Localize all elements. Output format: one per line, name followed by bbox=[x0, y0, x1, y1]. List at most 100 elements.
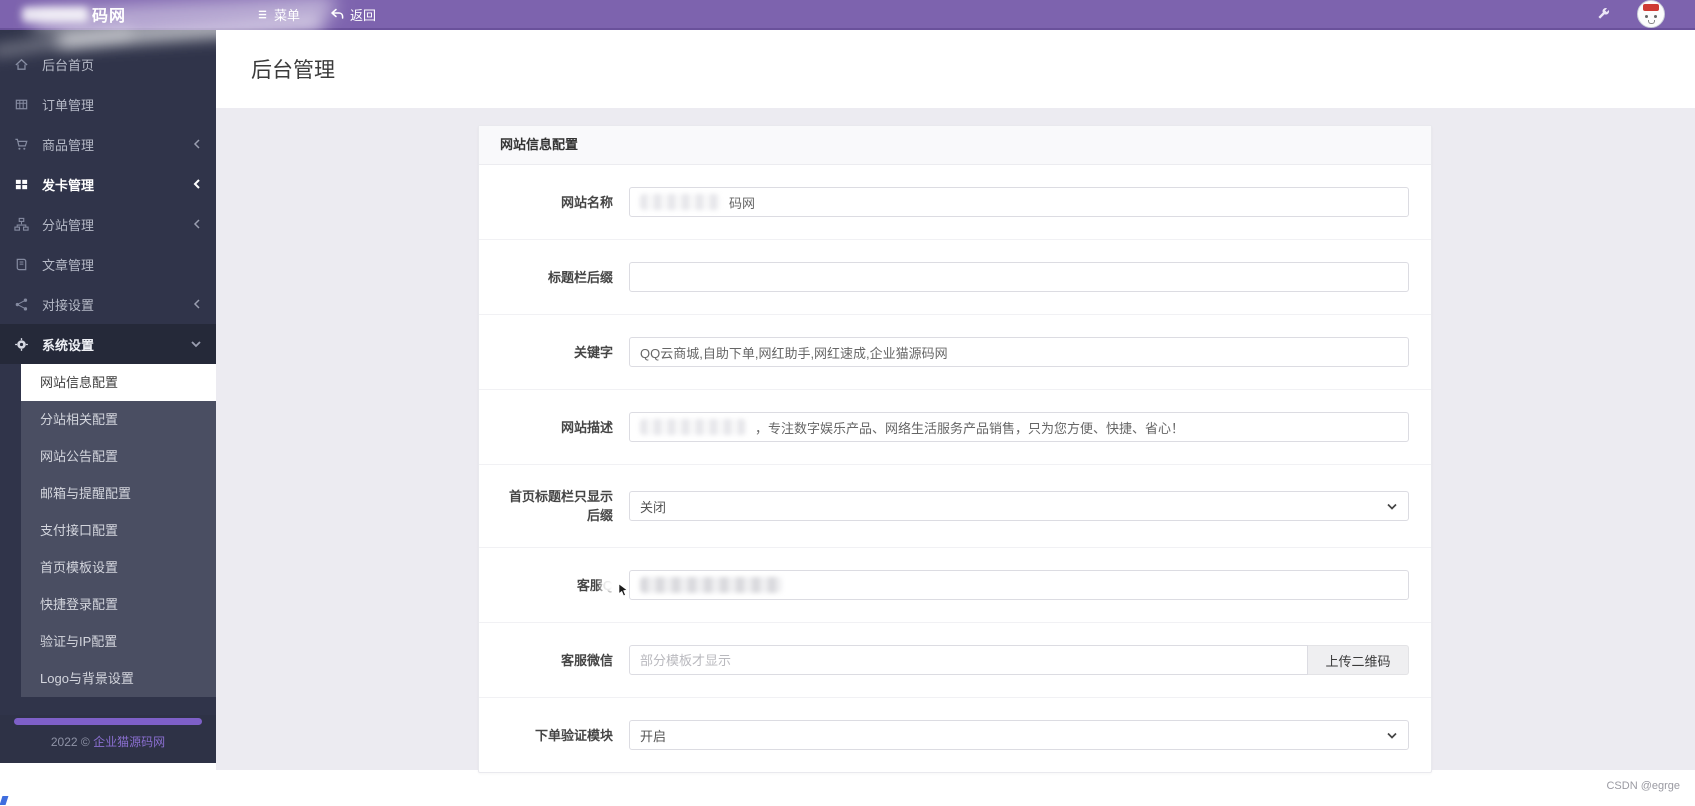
submenu-item-verify-ip[interactable]: 验证与IP配置 bbox=[21, 623, 216, 660]
share-icon bbox=[14, 297, 31, 312]
topbar: 码网 菜单 返回 bbox=[0, 0, 1695, 30]
chevron-left-icon bbox=[192, 298, 202, 310]
page-header: 后台管理 bbox=[216, 30, 1695, 108]
back-label: 返回 bbox=[350, 5, 376, 24]
chevron-down-icon bbox=[1386, 731, 1398, 740]
blur-smudge bbox=[640, 194, 720, 210]
row-order-verify: 下单验证模块 开启 bbox=[479, 698, 1431, 772]
copyright: 2022 © 企业猫源码网 bbox=[0, 733, 216, 750]
page-title: 后台管理 bbox=[216, 30, 1695, 84]
sidebar-item-label: 文章管理 bbox=[42, 255, 94, 274]
site-name-label: 网站名称 bbox=[501, 193, 613, 212]
sidebar-item-integration[interactable]: 对接设置 bbox=[0, 284, 216, 324]
home-icon bbox=[14, 57, 31, 72]
description-visible-value: ，专注数字娱乐产品、网络生活服务产品销售，只为您方便、快捷、省心！ bbox=[755, 418, 1184, 437]
chevron-left-icon bbox=[192, 138, 202, 150]
service-qq-label: 客服Q bbox=[501, 576, 613, 595]
service-qq-input[interactable] bbox=[629, 570, 1409, 600]
submenu-item-site-info[interactable]: 网站信息配置 bbox=[21, 364, 216, 401]
description-input[interactable]: ，专注数字娱乐产品、网络生活服务产品销售，只为您方便、快捷、省心！ bbox=[629, 412, 1409, 442]
row-service-qq: 客服Q bbox=[479, 548, 1431, 623]
order-verify-select[interactable]: 开启 bbox=[629, 720, 1409, 750]
service-qq-label-text: 客服Q bbox=[577, 578, 613, 593]
selected-value: 开启 bbox=[640, 726, 666, 745]
avatar-eye bbox=[1645, 15, 1648, 18]
chevron-down-icon bbox=[190, 339, 202, 349]
chevron-down-icon bbox=[1386, 502, 1398, 511]
row-home-title-suffix: 首页标题栏只显示后缀 关闭 bbox=[479, 465, 1431, 548]
sidebar-item-system-settings[interactable]: 系统设置 bbox=[0, 324, 216, 364]
back-button[interactable]: 返回 bbox=[330, 5, 376, 24]
service-wechat-input[interactable] bbox=[629, 645, 1308, 675]
wrench-icon[interactable] bbox=[1596, 7, 1611, 22]
keywords-input[interactable] bbox=[629, 337, 1409, 367]
logo-text: 码网 bbox=[92, 2, 126, 26]
title-suffix-label: 标题栏后缀 bbox=[501, 268, 613, 287]
system-settings-submenu: 网站信息配置 分站相关配置 网站公告配置 邮箱与提醒配置 支付接口配置 首页模板… bbox=[21, 364, 216, 697]
sidebar-item-substations[interactable]: 分站管理 bbox=[0, 204, 216, 244]
site-info-card: 网站信息配置 网站名称 码网 标题栏后缀 关键 bbox=[478, 125, 1432, 773]
row-title-suffix: 标题栏后缀 bbox=[479, 240, 1431, 315]
site-name-input[interactable]: 码网 bbox=[629, 187, 1409, 217]
service-wechat-label: 客服微信 bbox=[501, 651, 613, 670]
avatar-mouth bbox=[1648, 20, 1655, 24]
sidebar-item-articles[interactable]: 文章管理 bbox=[0, 244, 216, 284]
submenu-item-logo-background[interactable]: Logo与背景设置 bbox=[21, 660, 216, 697]
submenu-item-announcement[interactable]: 网站公告配置 bbox=[21, 438, 216, 475]
sidebar-item-label: 分站管理 bbox=[42, 215, 94, 234]
menu-label: 菜单 bbox=[274, 5, 300, 24]
menu-button[interactable]: 菜单 bbox=[257, 5, 300, 24]
copyright-link[interactable]: 企业猫源码网 bbox=[93, 735, 165, 749]
sidebar-item-label: 发卡管理 bbox=[42, 175, 94, 194]
card-title: 网站信息配置 bbox=[479, 126, 1431, 165]
site-logo[interactable]: 码网 bbox=[0, 2, 237, 26]
book-icon bbox=[14, 257, 31, 272]
screenshot-artifact bbox=[0, 796, 8, 805]
back-arrow-icon bbox=[330, 8, 344, 20]
keywords-label: 关键字 bbox=[501, 343, 613, 362]
cart-icon bbox=[14, 137, 31, 152]
description-label: 网站描述 bbox=[501, 418, 613, 437]
admin-app: 码网 菜单 返回 bbox=[0, 0, 1695, 806]
avatar-red-band bbox=[1643, 4, 1659, 11]
copyright-year: 2022 © bbox=[51, 735, 90, 749]
row-keywords: 关键字 bbox=[479, 315, 1431, 390]
submenu-item-substation-config[interactable]: 分站相关配置 bbox=[21, 401, 216, 438]
row-description: 网站描述 ，专注数字娱乐产品、网络生活服务产品销售，只为您方便、快捷、省心！ bbox=[479, 390, 1431, 465]
blur-smudge bbox=[640, 577, 782, 593]
row-site-name: 网站名称 码网 bbox=[479, 165, 1431, 240]
csdn-watermark: CSDN @egrge bbox=[1606, 780, 1680, 792]
sitemap-icon bbox=[14, 217, 31, 232]
sidebar-item-label: 后台首页 bbox=[42, 55, 94, 74]
sidebar-item-products[interactable]: 商品管理 bbox=[0, 124, 216, 164]
sidebar-item-card-issuing[interactable]: 发卡管理 bbox=[0, 164, 216, 204]
sidebar-item-label: 对接设置 bbox=[42, 295, 94, 314]
grid-icon bbox=[14, 177, 31, 192]
orders-table-icon bbox=[14, 97, 31, 112]
blur-smudge bbox=[640, 419, 746, 435]
sidebar-footer: 2022 © 企业猫源码网 bbox=[0, 715, 216, 763]
sidebar-item-label: 商品管理 bbox=[42, 135, 94, 154]
upload-qrcode-button[interactable]: 上传二维码 bbox=[1308, 645, 1409, 675]
submenu-item-email-reminder[interactable]: 邮箱与提醒配置 bbox=[21, 475, 216, 512]
sidebar-item-dashboard[interactable]: 后台首页 bbox=[0, 44, 216, 84]
sidebar-scrollbar-thumb[interactable] bbox=[14, 718, 202, 725]
chevron-left-icon bbox=[192, 178, 202, 190]
avatar-eye bbox=[1654, 15, 1657, 18]
gear-icon bbox=[14, 337, 31, 352]
home-title-suffix-label: 首页标题栏只显示后缀 bbox=[501, 487, 613, 525]
home-title-suffix-select[interactable]: 关闭 bbox=[629, 491, 1409, 521]
topbar-right bbox=[1596, 0, 1695, 28]
user-avatar[interactable] bbox=[1637, 0, 1665, 28]
site-name-visible-value: 码网 bbox=[729, 193, 755, 212]
sidebar: 后台首页 订单管理 商品管理 bbox=[0, 30, 216, 763]
submenu-item-payment-api[interactable]: 支付接口配置 bbox=[21, 512, 216, 549]
sidebar-item-orders[interactable]: 订单管理 bbox=[0, 84, 216, 124]
content-area: 网站信息配置 网站名称 码网 标题栏后缀 关键 bbox=[216, 108, 1695, 770]
sidebar-item-label: 系统设置 bbox=[42, 335, 94, 354]
topbar-nav: 菜单 返回 bbox=[257, 5, 376, 24]
title-suffix-input[interactable] bbox=[629, 262, 1409, 292]
submenu-item-home-template[interactable]: 首页模板设置 bbox=[21, 549, 216, 586]
submenu-item-quick-login[interactable]: 快捷登录配置 bbox=[21, 586, 216, 623]
row-service-wechat: 客服微信 上传二维码 bbox=[479, 623, 1431, 698]
